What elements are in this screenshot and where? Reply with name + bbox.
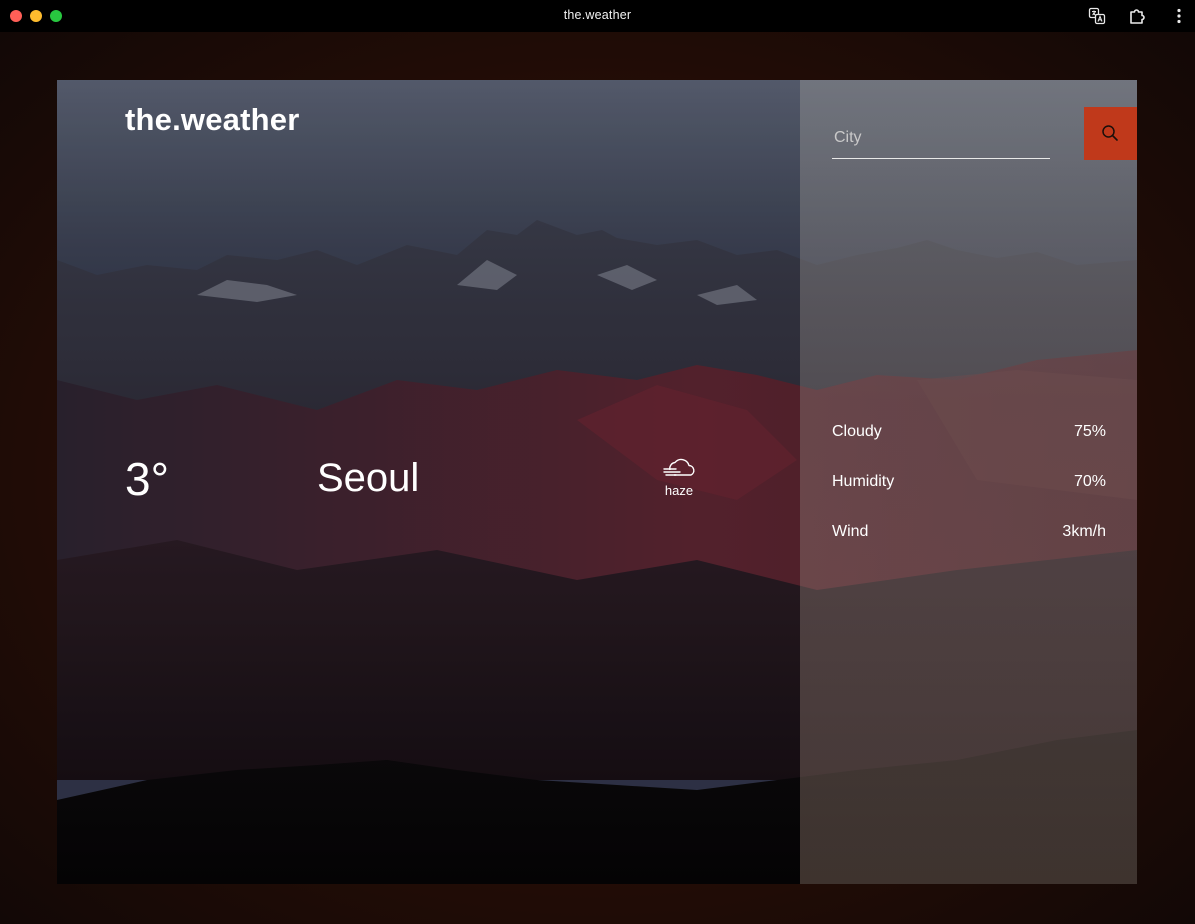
detail-row-wind: Wind 3km/h (832, 523, 1106, 573)
search-button[interactable] (1084, 107, 1137, 160)
haze-cloud-icon (663, 458, 695, 476)
detail-label: Humidity (832, 473, 895, 490)
extensions-icon[interactable] (1128, 7, 1146, 25)
app-logo: the.weather (125, 102, 300, 137)
city-name: Seoul (317, 456, 420, 500)
search-icon (1102, 125, 1118, 141)
detail-row-humidity: Humidity 70% (832, 473, 1106, 523)
weather-details-list: Cloudy 75% Humidity 70% Wind 3km/h (832, 423, 1106, 573)
browser-titlebar: the.weather (0, 0, 1195, 32)
more-menu-icon[interactable] (1170, 7, 1188, 25)
current-temperature: 3° (125, 453, 169, 505)
detail-row-cloudy: Cloudy 75% (832, 423, 1106, 473)
condition-label: haze (664, 483, 694, 498)
detail-value: 75% (1073, 423, 1106, 440)
city-search-input[interactable] (832, 118, 1050, 159)
weather-condition: haze (657, 457, 701, 498)
search-field-wrap (832, 118, 1050, 160)
weather-app-card: the.weather 3° Seoul haze Cloudy 75% Hum… (57, 80, 1137, 884)
detail-value: 70% (1073, 473, 1106, 490)
detail-value: 3km/h (1062, 523, 1106, 540)
window-title: the.weather (563, 8, 632, 22)
translate-icon[interactable] (1088, 7, 1106, 25)
detail-label: Cloudy (832, 423, 882, 440)
detail-label: Wind (832, 523, 869, 540)
